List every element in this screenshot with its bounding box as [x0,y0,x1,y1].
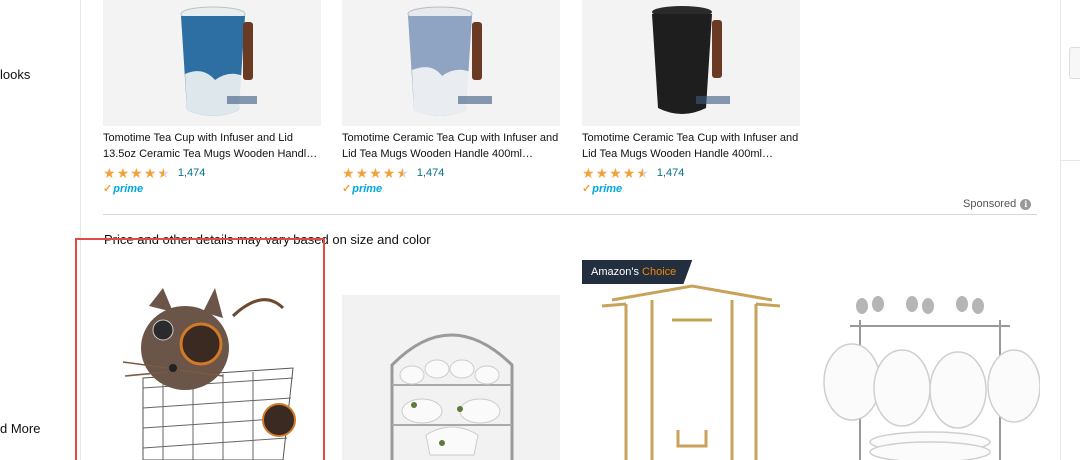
product-image[interactable] [342,0,560,126]
product-title[interactable]: Tomotime Ceramic Tea Cup with Infuser an… [582,130,802,162]
product-image-cup-set[interactable] [820,290,1040,460]
badge-brand: Amazon's [591,266,639,278]
sponsored-product-card[interactable]: Tomotime Tea Cup with Infuser and Lid 13… [103,0,321,198]
section-divider [103,214,1037,215]
product-image[interactable] [582,0,800,126]
prime-label: prime [352,183,383,195]
star-icon: ★ [116,164,130,181]
star-icon: ★ [382,164,396,181]
star-icon: ★ [130,164,143,181]
sponsored-text: Sponsored [963,198,1017,210]
prime-badge: ✓prime [582,182,800,198]
prime-check-icon: ✓ [342,183,352,195]
star-icon: ★ [609,164,622,181]
prime-badge: ✓prime [103,182,321,198]
star-icon: ★ [355,164,369,181]
star-icon: ★ [342,164,355,181]
sponsored-product-card[interactable]: Tomotime Ceramic Tea Cup with Infuser an… [582,0,800,198]
prime-label: prime [113,183,144,195]
sidebar-item-see-more[interactable]: d More [0,421,40,436]
rating-row[interactable]: ★ ★ ★ ★ ★ 1,474 [103,164,321,181]
review-count-link[interactable]: 1,474 [178,167,206,179]
review-count-link[interactable]: 1,474 [417,167,445,179]
product-title[interactable]: Tomotime Ceramic Tea Cup with Infuser an… [342,130,562,162]
sponsored-product-card[interactable]: Tomotime Ceramic Tea Cup with Infuser an… [342,0,560,198]
right-panel-button[interactable] [1069,47,1080,79]
star-icon: ★ [369,164,382,181]
star-icon: ★ [595,164,609,181]
star-rating[interactable]: ★ ★ ★ ★ ★ [342,166,409,180]
badge-choice: Choice [642,266,677,278]
star-icon: ★ [582,164,595,181]
star-rating[interactable]: ★ ★ ★ ★ ★ [103,166,170,180]
selection-highlight-box [75,238,325,460]
prime-check-icon: ✓ [582,183,592,195]
star-icon: ★ [622,164,636,181]
prime-badge: ✓prime [342,182,560,198]
product-title[interactable]: Tomotime Tea Cup with Infuser and Lid 13… [103,130,323,162]
product-image-tea-set[interactable] [342,295,560,460]
amazons-choice-badge: Amazon's Choice [582,260,693,284]
prime-label: prime [592,183,623,195]
review-count-link[interactable]: 1,474 [657,167,685,179]
prime-check-icon: ✓ [103,183,113,195]
star-half-icon: ★ [396,164,409,181]
star-half-icon: ★ [157,164,170,181]
info-icon[interactable]: i [1020,198,1032,210]
star-rating[interactable]: ★ ★ ★ ★ ★ [582,166,649,180]
sidebar-item-looks[interactable]: looks [0,67,30,82]
product-image[interactable] [103,0,321,126]
star-icon: ★ [143,164,157,181]
rating-row[interactable]: ★ ★ ★ ★ ★ 1,474 [342,164,560,181]
right-panel-divider [1061,160,1080,161]
star-half-icon: ★ [636,164,649,181]
sponsored-label[interactable]: Sponsored i [963,198,1032,210]
left-sidebar: looks d More [0,0,80,460]
product-image-gold-rack[interactable] [582,260,800,460]
rating-row[interactable]: ★ ★ ★ ★ ★ 1,474 [582,164,800,181]
star-icon: ★ [103,164,116,181]
